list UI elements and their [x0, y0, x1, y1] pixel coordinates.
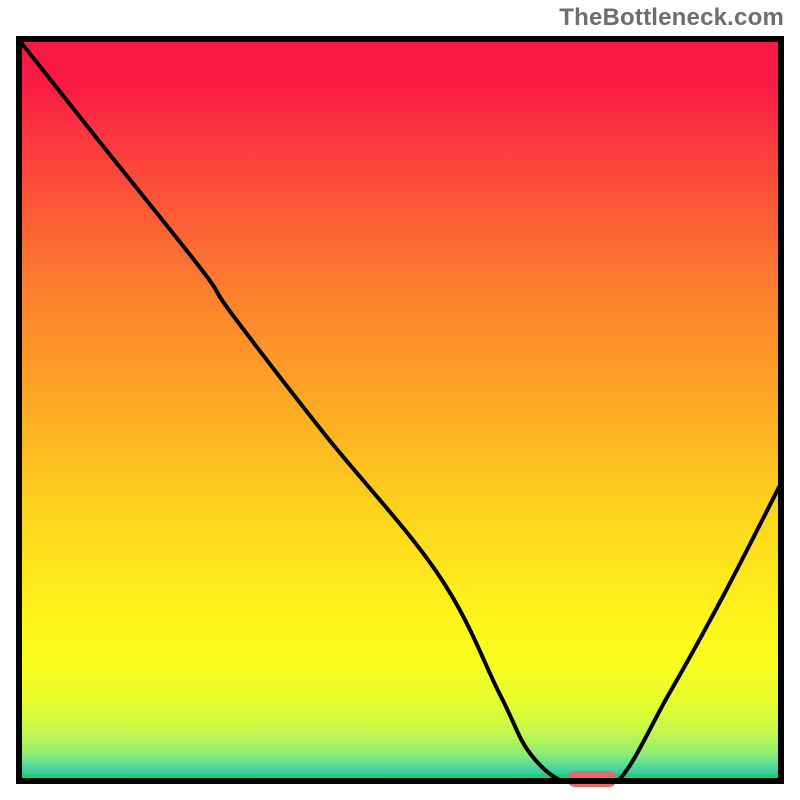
plot-frame: [16, 36, 784, 784]
sweet-band: [16, 774, 784, 784]
chart-container: TheBottleneck.com: [0, 0, 800, 800]
watermark-text: TheBottleneck.com: [559, 4, 784, 32]
sweet-spot-marker: [567, 771, 617, 787]
background-gradient: [16, 36, 784, 784]
